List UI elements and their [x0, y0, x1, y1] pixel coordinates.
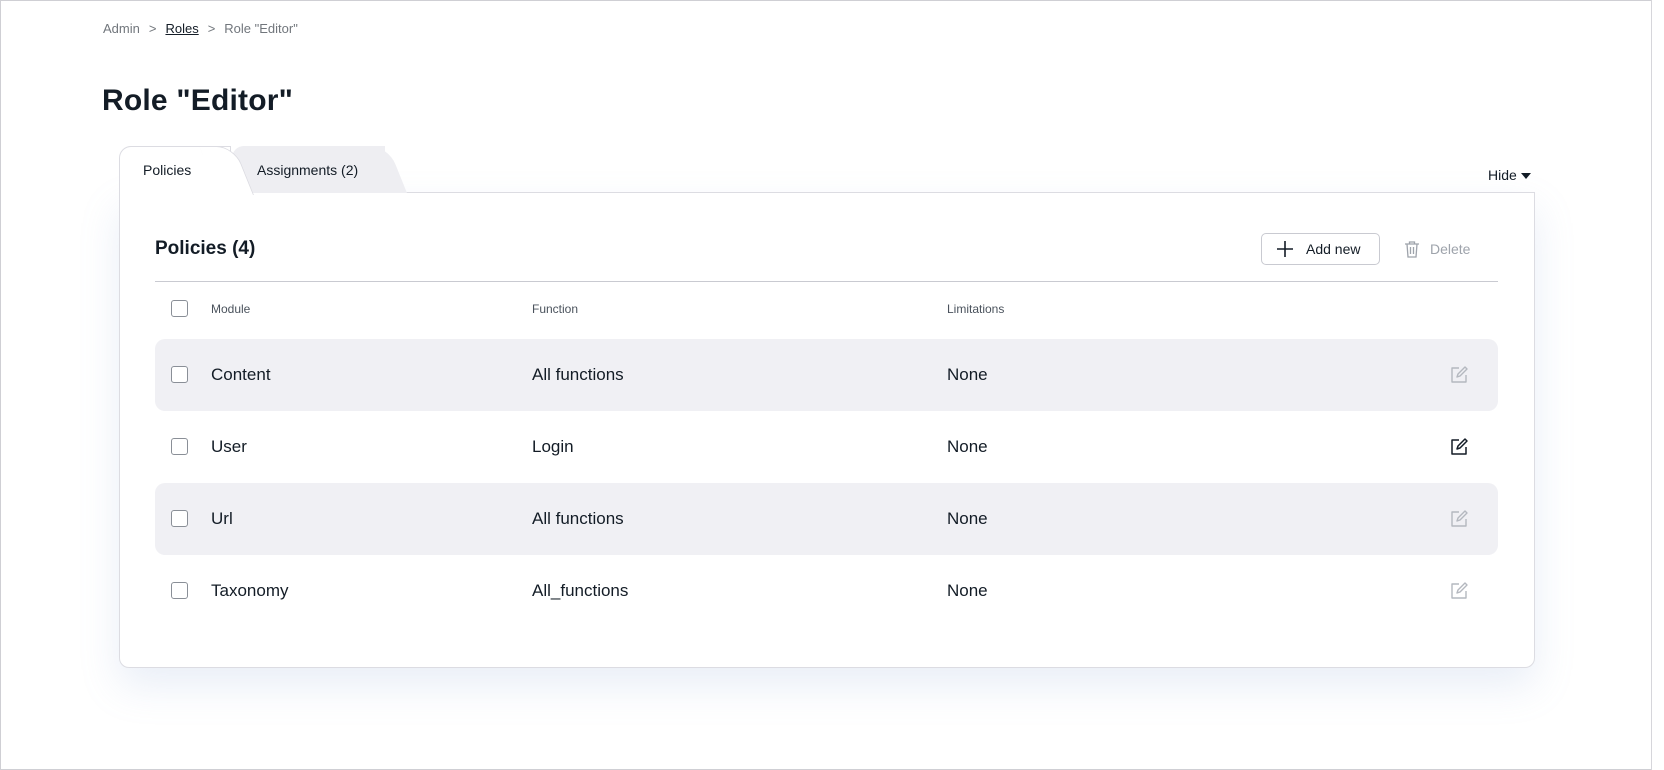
row-checkbox[interactable] [171, 366, 188, 383]
edit-icon[interactable] [1449, 581, 1469, 601]
breadcrumb-roles-link[interactable]: Roles [165, 21, 198, 36]
select-all-checkbox[interactable] [171, 300, 188, 317]
edit-icon[interactable] [1449, 365, 1469, 385]
row-checkbox[interactable] [171, 510, 188, 527]
row-checkbox[interactable] [171, 582, 188, 599]
trash-icon [1405, 241, 1419, 258]
cell-module: Taxonomy [211, 581, 289, 600]
caret-down-icon [1520, 173, 1531, 179]
column-header-limitations: Limitations [947, 302, 1005, 316]
cell-module: User [211, 437, 247, 456]
cell-function: All functions [532, 365, 624, 384]
cell-limitations: None [947, 437, 988, 456]
page-title: Role "Editor" [102, 84, 294, 117]
cell-limitations: None [947, 581, 988, 600]
cell-limitations: None [947, 365, 988, 384]
edit-icon[interactable] [1449, 509, 1469, 529]
tab-assignments-label: Assignments (2) [257, 161, 359, 178]
table-row: Url All functions None [155, 483, 1498, 555]
add-new-label: Add new [1306, 241, 1361, 257]
breadcrumb-current: Role "Editor" [224, 21, 298, 36]
breadcrumb: Admin > Roles > Role "Editor" [103, 21, 298, 36]
cell-module: Url [211, 509, 233, 528]
tab-policies-label: Policies [143, 162, 192, 178]
policies-section-title: Policies (4) [155, 238, 256, 259]
active-tab-gap [120, 192, 232, 193]
column-header-function: Function [532, 302, 579, 316]
cell-module: Content [211, 365, 271, 384]
tab-policies[interactable]: Policies [119, 146, 231, 193]
cell-function: Login [532, 437, 574, 456]
cell-function: All_functions [532, 581, 629, 600]
scrollbar-track[interactable] [1651, 0, 1664, 770]
cell-limitations: None [947, 509, 988, 528]
column-header-module: Module [211, 302, 251, 316]
tab-assignments[interactable]: Assignments (2) [232, 146, 385, 193]
plus-icon [1277, 241, 1293, 257]
hide-toggle-label: Hide [1488, 167, 1517, 183]
section-divider [155, 281, 1498, 282]
table-row: Taxonomy All_functions None [155, 555, 1498, 627]
delete-button[interactable]: Delete [1404, 233, 1480, 265]
hide-toggle[interactable]: Hide [1488, 167, 1531, 183]
edit-icon[interactable] [1449, 437, 1469, 457]
breadcrumb-admin[interactable]: Admin [103, 21, 140, 36]
add-new-button[interactable]: Add new [1261, 233, 1380, 265]
table-row: User Login None [155, 411, 1498, 483]
table-row: Content All functions None [155, 339, 1498, 411]
delete-label: Delete [1430, 241, 1471, 257]
breadcrumb-separator: > [148, 21, 157, 36]
row-checkbox[interactable] [171, 438, 188, 455]
breadcrumb-separator: > [207, 21, 216, 36]
cell-function: All functions [532, 509, 624, 528]
